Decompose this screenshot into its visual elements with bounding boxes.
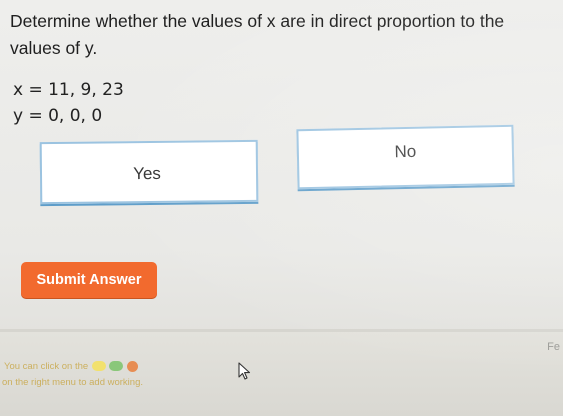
answer-option-yes[interactable]: Yes <box>39 139 259 205</box>
hint-line-2: on the right menu to add working. <box>2 377 144 388</box>
hint-line-1: You can click on the <box>4 361 89 372</box>
corner-text: Fe <box>547 341 560 353</box>
answer-option-yes-label: Yes <box>133 163 161 184</box>
info-tool-icon <box>127 360 139 372</box>
answer-option-no-label: No <box>394 141 417 162</box>
calculator-tool-icon <box>109 361 124 372</box>
x-values: x = 11, 9, 23 <box>13 80 124 100</box>
working-hint: You can click on the on the right menu t… <box>2 359 144 391</box>
mouse-cursor-icon <box>238 362 251 380</box>
answer-option-no[interactable]: No <box>296 124 515 190</box>
question-text: Determine whether the values of x are in… <box>10 11 505 58</box>
submit-answer-button[interactable]: Submit Answer <box>21 262 157 298</box>
y-values: y = 0, 0, 0 <box>13 106 103 126</box>
pencil-tool-icon <box>91 361 106 372</box>
